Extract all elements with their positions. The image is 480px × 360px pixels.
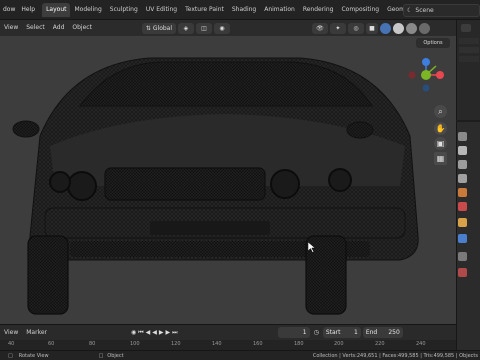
snap-toggle[interactable]: ◫	[195, 22, 212, 34]
menu-add[interactable]: Add	[49, 20, 69, 36]
status-rotate-view: Rotate View	[18, 352, 49, 359]
timeline-menu-marker[interactable]: Marker	[22, 325, 51, 341]
tab-shading[interactable]: Shading	[228, 3, 260, 17]
menu-window[interactable]: dow	[0, 0, 18, 20]
workspace-tabs: Layout Modeling Sculpting UV Editing Tex…	[42, 0, 427, 20]
record-icon[interactable]: ◉	[131, 329, 136, 337]
outliner-row[interactable]	[459, 47, 479, 53]
tab-sculpting[interactable]: Sculpting	[106, 3, 142, 17]
orientation-label: Global	[152, 24, 173, 32]
gizmo-toggle[interactable]: ✦	[329, 22, 346, 34]
play-reverse-icon[interactable]: ◀	[152, 329, 157, 337]
world-tab-icon[interactable]	[458, 202, 467, 211]
mouse-cursor-icon	[308, 242, 316, 253]
material-shading-icon[interactable]	[405, 22, 417, 34]
start-frame-field[interactable]: Start 1	[322, 327, 361, 338]
scene-name: Scene	[415, 7, 434, 14]
transform-orientation-dropdown[interactable]: ⇅ Global	[141, 22, 176, 34]
mouse-middle-icon: □	[98, 352, 104, 359]
car-mesh-render	[12, 57, 419, 315]
ruler-tick: 60	[48, 341, 55, 347]
particles-tab-icon[interactable]	[458, 252, 467, 261]
jump-start-icon[interactable]: ⏮	[138, 329, 143, 337]
timeline-menu-view[interactable]: View	[0, 325, 22, 341]
scene-tab-icon[interactable]	[458, 188, 467, 197]
object-tab-icon[interactable]	[458, 218, 467, 227]
start-label: Start	[325, 329, 341, 336]
outliner-row[interactable]	[459, 38, 479, 44]
timeline-ruler[interactable]	[0, 340, 456, 350]
tab-layout[interactable]: Layout	[42, 2, 71, 17]
camera-view-icon[interactable]: ▣	[434, 137, 447, 150]
proportional-edit-toggle[interactable]: ◉	[213, 22, 230, 34]
end-frame-field[interactable]: End 250	[362, 327, 403, 338]
tab-animation[interactable]: Animation	[260, 3, 299, 17]
tool-tab-icon[interactable]	[458, 132, 467, 141]
scene-selector[interactable]: ☾ Scene	[403, 4, 480, 17]
rendered-shading-icon[interactable]	[418, 22, 430, 34]
modifier-tab-icon[interactable]	[458, 234, 467, 243]
3d-viewport[interactable]: ⌕ ✋ ▣ ▦	[0, 36, 456, 324]
current-frame-field[interactable]: 1	[277, 327, 310, 338]
outliner-row[interactable]	[459, 56, 479, 62]
ruler-tick: 220	[375, 341, 385, 347]
scene-icon: ☾	[407, 7, 413, 14]
status-object: Object	[107, 352, 124, 359]
options-dropdown[interactable]: Options	[416, 38, 450, 48]
play-icon[interactable]: ▶	[159, 329, 164, 337]
visibility-dropdown[interactable]: 👁	[311, 22, 328, 34]
next-keyframe-icon[interactable]: ▶	[166, 329, 171, 337]
ruler-tick: 140	[212, 341, 222, 347]
solid-shading-icon[interactable]	[392, 22, 404, 34]
tab-uv-editing[interactable]: UV Editing	[142, 3, 181, 17]
overlay-toggle[interactable]: ◎	[347, 22, 364, 34]
ruler-tick: 180	[294, 341, 304, 347]
navigation-gizmo[interactable]	[404, 58, 448, 92]
zoom-icon[interactable]: ⌕	[434, 105, 447, 118]
xray-toggle[interactable]: ■	[365, 22, 378, 34]
start-value: 1	[353, 329, 358, 336]
ruler-tick: 120	[171, 341, 181, 347]
viewport-header: View Select Add Object ⇅ Global ◈ ◫ ◉ 👁 …	[0, 20, 456, 36]
timeline-header: View Marker ◉ ⏮ ◀ ◀ ▶ ▶ ⏭ 1 ◷ Start 1 En…	[0, 324, 456, 340]
view-layer-tab-icon[interactable]	[458, 174, 467, 183]
menu-help[interactable]: Help	[18, 0, 38, 20]
tab-compositing[interactable]: Compositing	[337, 3, 383, 17]
output-tab-icon[interactable]	[458, 160, 467, 169]
perspective-grid-icon[interactable]: ▦	[434, 152, 447, 165]
mouse-left-icon: □	[8, 352, 13, 359]
jump-end-icon[interactable]: ⏭	[172, 329, 177, 337]
outliner-filter-icon[interactable]	[461, 24, 471, 32]
ruler-tick: 240	[416, 341, 426, 347]
end-label: End	[365, 329, 378, 336]
orientation-icon: ⇅	[145, 24, 151, 32]
prev-keyframe-icon[interactable]: ◀	[146, 329, 151, 337]
menu-view[interactable]: View	[0, 20, 22, 36]
clock-icon[interactable]: ◷	[314, 329, 319, 336]
ruler-tick: 100	[130, 341, 140, 347]
render-tab-icon[interactable]	[458, 146, 467, 155]
pan-hand-icon[interactable]: ✋	[434, 122, 447, 135]
ruler-tick: 200	[334, 341, 344, 347]
wireframe-shading-icon[interactable]	[379, 22, 391, 34]
tab-modeling[interactable]: Modeling	[70, 3, 105, 17]
status-bar: □ Rotate View □ Object Collection | Vert…	[0, 350, 480, 360]
tab-texture-paint[interactable]: Texture Paint	[181, 3, 228, 17]
texture-tab-icon[interactable]	[458, 268, 467, 277]
ruler-tick: 40	[8, 341, 15, 347]
pivot-dropdown[interactable]: ◈	[177, 22, 194, 34]
menu-object[interactable]: Object	[68, 20, 96, 36]
scene-stats: Collection | Verts:249,651 | Faces:499,5…	[312, 352, 478, 359]
playback-controls: ◉ ⏮ ◀ ◀ ▶ ▶ ⏭	[131, 329, 178, 337]
menu-select[interactable]: Select	[22, 20, 49, 36]
tab-rendering[interactable]: Rendering	[299, 3, 338, 17]
end-value: 250	[388, 329, 400, 336]
ruler-tick: 160	[253, 341, 263, 347]
ruler-tick: 80	[89, 341, 96, 347]
top-bar: dow Help Layout Modeling Sculpting UV Ed…	[0, 0, 480, 20]
outliner-panel[interactable]	[456, 20, 480, 120]
